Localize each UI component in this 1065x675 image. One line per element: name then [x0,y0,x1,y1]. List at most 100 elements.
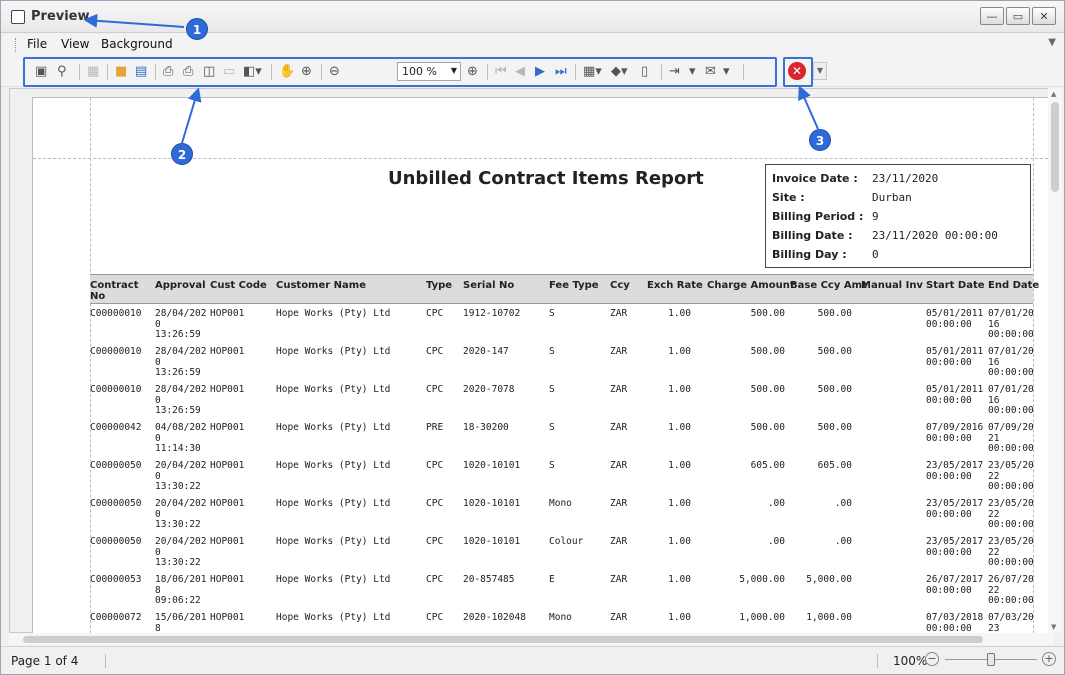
horizontal-scroll-thumb[interactable] [23,636,983,643]
cell-contract: C00000050 [90,498,142,509]
info-value: Durban [872,191,912,204]
cell-cust: HOP001 [210,346,245,357]
chevron-down-icon: ▼ [450,66,457,75]
cell-fee: E [549,574,555,585]
cell-contract: C00000050 [90,536,142,547]
cell-charge: 500.00 [750,308,785,319]
maximize-button[interactable]: ▭ [1006,7,1030,25]
table-row: C00000010 28/04/202 0 13:26:59 HOP001 Hope … [90,380,1034,418]
vertical-scrollbar[interactable]: ▲ ▼ [1048,88,1062,633]
scroll-down-icon[interactable]: ▼ [1051,623,1056,631]
print-icon[interactable]: ⎙ [163,64,173,80]
cell-contract: C00000010 [90,346,142,357]
cell-contract: C00000053 [90,574,142,585]
scale-icon[interactable]: ◧▾ [243,64,262,80]
cell-base: .00 [834,536,852,547]
magnifier-icon[interactable]: ⊕ [301,64,312,80]
cell-ccy: ZAR [610,308,628,319]
find-icon[interactable]: ⚲ [57,64,67,80]
cell-end: 07/09/20 21 00:00:00 [988,422,1034,454]
multiple-pages-icon[interactable]: ▦▾ [583,64,602,80]
table-row: C00000010 28/04/202 0 13:26:59 HOP001 Hope … [90,342,1034,380]
export-dropdown-icon[interactable]: ▾ [689,64,696,80]
toolbar-separator [321,64,322,80]
toolbar-separator [107,64,108,80]
cell-start: 07/09/2016 00:00:00 [926,422,984,444]
cell-serial: 1020-10101 [463,498,521,509]
scroll-up-icon[interactable]: ▲ [1051,90,1056,98]
cell-end: 07/01/20 16 00:00:00 [988,384,1034,416]
cell-charge: 5,000.00 [739,574,785,585]
cell-cust: HOP001 [210,422,245,433]
menu-view[interactable]: View [61,37,89,51]
thumbnails-icon[interactable]: ▦ [87,64,99,80]
cell-type: CPC [426,460,444,471]
cell-charge: 500.00 [750,346,785,357]
zoom-combobox[interactable]: 100 % ▼ [397,62,461,81]
zoom-slider-thumb[interactable] [987,653,995,666]
info-label: Invoice Date : [772,172,858,185]
last-page-icon[interactable]: ⏭ [555,64,567,80]
cell-fee: Mono [549,612,572,623]
zoom-in-button[interactable]: + [1042,652,1056,666]
menu-background[interactable]: Background [101,37,173,51]
table-row: C00000050 20/04/202 0 13:30:22 HOP001 Hope … [90,456,1034,494]
cell-type: CPC [426,612,444,623]
info-row: Site : Durban [772,188,1024,207]
info-row: Billing Day : 0 [772,245,1024,264]
header-footer-icon[interactable]: ▭ [223,64,235,80]
cell-approval: 20/04/202 0 13:30:22 [155,460,207,492]
zoom-out-icon[interactable]: ⊖ [329,64,340,80]
toolbar-options-icon[interactable]: ▼ [813,62,827,80]
vertical-scroll-thumb[interactable] [1051,102,1059,192]
cell-base: 5,000.00 [806,574,852,585]
cell-exch: 1.00 [668,422,691,433]
zoom-out-button[interactable]: − [925,652,939,666]
cell-end: 26/07/20 22 00:00:00 [988,574,1034,606]
open-icon[interactable]: ■ [115,64,127,80]
previous-page-icon[interactable]: ◀ [515,64,525,80]
cell-ccy: ZAR [610,498,628,509]
preview-app-icon [11,10,25,24]
table-row: C00000050 20/04/202 0 13:30:22 HOP001 Hope … [90,532,1034,570]
column-header: Fee Type [549,280,599,291]
cell-exch: 1.00 [668,498,691,509]
cell-serial: 1020-10101 [463,536,521,547]
toolbar-separator [661,64,662,80]
document-viewer[interactable]: Unbilled Contract Items Report Invoice D… [9,88,1054,637]
close-preview-icon[interactable]: ✕ [788,62,806,80]
close-window-button[interactable]: ✕ [1032,7,1056,25]
watermark-icon[interactable]: ▯ [641,64,648,80]
minimize-button[interactable]: — [980,7,1004,25]
document-map-icon[interactable]: ▣ [35,64,47,80]
table-row: C00000053 18/06/201 8 09:06:22 HOP001 Hope … [90,570,1034,608]
horizontal-scrollbar[interactable] [9,633,1054,645]
send-dropdown-icon[interactable]: ▾ [723,64,730,80]
callout-badge-2: 2 [171,143,193,165]
info-value: 0 [872,248,879,261]
cell-base: 500.00 [817,422,852,433]
cell-fee: S [549,384,555,395]
menu-overflow-icon[interactable]: ▼ [1048,37,1056,48]
hand-tool-icon[interactable]: ✋ [279,64,295,80]
cell-approval: 28/04/202 0 13:26:59 [155,384,207,416]
zoom-in-icon[interactable]: ⊕ [467,64,478,80]
send-email-icon[interactable]: ✉ [705,64,716,80]
cell-approval: 18/06/201 8 09:06:22 [155,574,207,606]
next-page-icon[interactable]: ▶ [535,64,545,80]
cell-exch: 1.00 [668,384,691,395]
export-icon[interactable]: ⇥ [669,64,680,80]
page-setup-icon[interactable]: ◫ [203,64,215,80]
column-header: Base Ccy Amt [790,280,867,291]
page-color-icon[interactable]: ◆▾ [611,64,628,80]
info-label: Billing Day : [772,248,847,261]
cell-cust: HOP001 [210,536,245,547]
zoom-combobox-value: 100 % [402,65,437,78]
menu-file[interactable]: File [27,37,47,51]
report-page: Unbilled Contract Items Report Invoice D… [32,97,1052,637]
column-header: Exch Rate [647,280,703,291]
save-icon[interactable]: ▤ [135,64,147,80]
cell-base: .00 [834,498,852,509]
first-page-icon[interactable]: ⏮ [495,64,507,80]
quick-print-icon[interactable]: ⎙ [183,64,193,80]
